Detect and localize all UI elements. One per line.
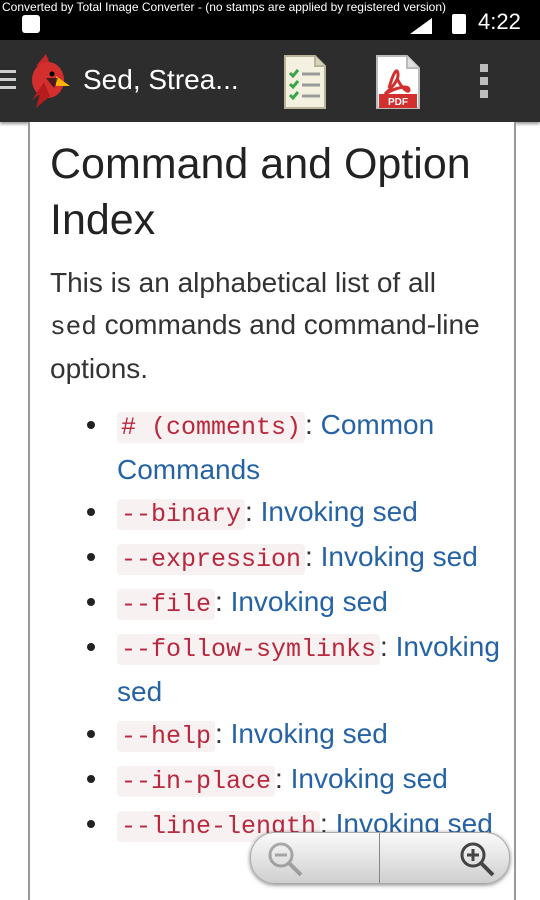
entry-link[interactable]: Invoking sed xyxy=(291,763,448,794)
entry-link[interactable]: Invoking sed xyxy=(231,718,388,749)
pdf-icon[interactable]: PDF xyxy=(375,54,421,110)
bullet xyxy=(87,421,95,429)
entry-code: --expression xyxy=(117,544,306,575)
index-entry: --in-place: Invoking sed xyxy=(30,758,514,803)
entry-separator: : xyxy=(305,541,321,572)
cardinal-logo-icon[interactable] xyxy=(26,52,78,110)
entry-code: --file xyxy=(117,589,216,620)
bullet xyxy=(87,508,95,516)
notification-icon xyxy=(22,15,40,33)
overflow-menu-icon[interactable] xyxy=(478,62,490,100)
document-page[interactable]: Command and Option Index This is an alph… xyxy=(28,122,516,900)
entry-code: --follow-symlinks xyxy=(117,634,381,665)
bullet xyxy=(87,730,95,738)
index-entry: # (comments): Common Commands xyxy=(30,404,514,491)
pdf-badge-text: PDF xyxy=(388,97,408,108)
entry-link[interactable]: Invoking sed xyxy=(261,496,418,527)
entry-code: # (comments) xyxy=(117,412,306,443)
entry-link[interactable]: Invoking sed xyxy=(321,541,478,572)
entry-separator: : xyxy=(245,496,261,527)
zoom-in-icon[interactable] xyxy=(457,839,497,879)
zoom-controls xyxy=(250,832,510,884)
table-of-contents-icon[interactable] xyxy=(283,54,327,110)
app-title: Sed, Strea... xyxy=(83,64,239,95)
watermark-text: Converted by Total Image Converter - (no… xyxy=(2,0,446,14)
entry-separator: : xyxy=(275,763,291,794)
entry-code: --binary xyxy=(117,499,246,530)
bullet xyxy=(87,553,95,561)
menu-icon[interactable] xyxy=(0,70,16,94)
bullet xyxy=(87,820,95,828)
entry-separator: : xyxy=(215,586,231,617)
status-time: 4:22 xyxy=(478,9,521,34)
entry-separator: : xyxy=(305,409,321,440)
entry-code: --help xyxy=(117,721,216,752)
entry-code: --in-place xyxy=(117,766,276,797)
intro-paragraph: This is an alphabetical list of all sed … xyxy=(50,262,490,390)
zoom-out-icon[interactable] xyxy=(265,839,305,879)
bullet xyxy=(87,643,95,651)
app-bar: Sed, Strea... PDF xyxy=(0,40,540,122)
intro-text-end: commands and command-line options. xyxy=(50,309,480,384)
index-entry: --expression: Invoking sed xyxy=(30,536,514,581)
zoom-divider xyxy=(379,833,380,883)
index-list: # (comments): Common Commands --binary: I… xyxy=(30,404,514,848)
bullet xyxy=(87,598,95,606)
bullet xyxy=(87,775,95,783)
page-heading: Command and Option Index xyxy=(50,140,471,244)
status-bar: Converted by Total Image Converter - (no… xyxy=(0,0,540,40)
entry-link[interactable]: Invoking sed xyxy=(231,586,388,617)
entry-separator: : xyxy=(215,718,231,749)
index-entry: --file: Invoking sed xyxy=(30,581,514,626)
signal-icon xyxy=(410,18,432,34)
battery-icon xyxy=(452,14,466,34)
index-entry: --help: Invoking sed xyxy=(30,713,514,758)
intro-code: sed xyxy=(50,312,97,342)
entry-separator: : xyxy=(380,631,396,662)
index-entry: --binary: Invoking sed xyxy=(30,491,514,536)
index-entry: --follow-symlinks: Invoking sed xyxy=(30,626,514,713)
intro-text-start: This is an alphabetical list of all xyxy=(50,267,436,298)
